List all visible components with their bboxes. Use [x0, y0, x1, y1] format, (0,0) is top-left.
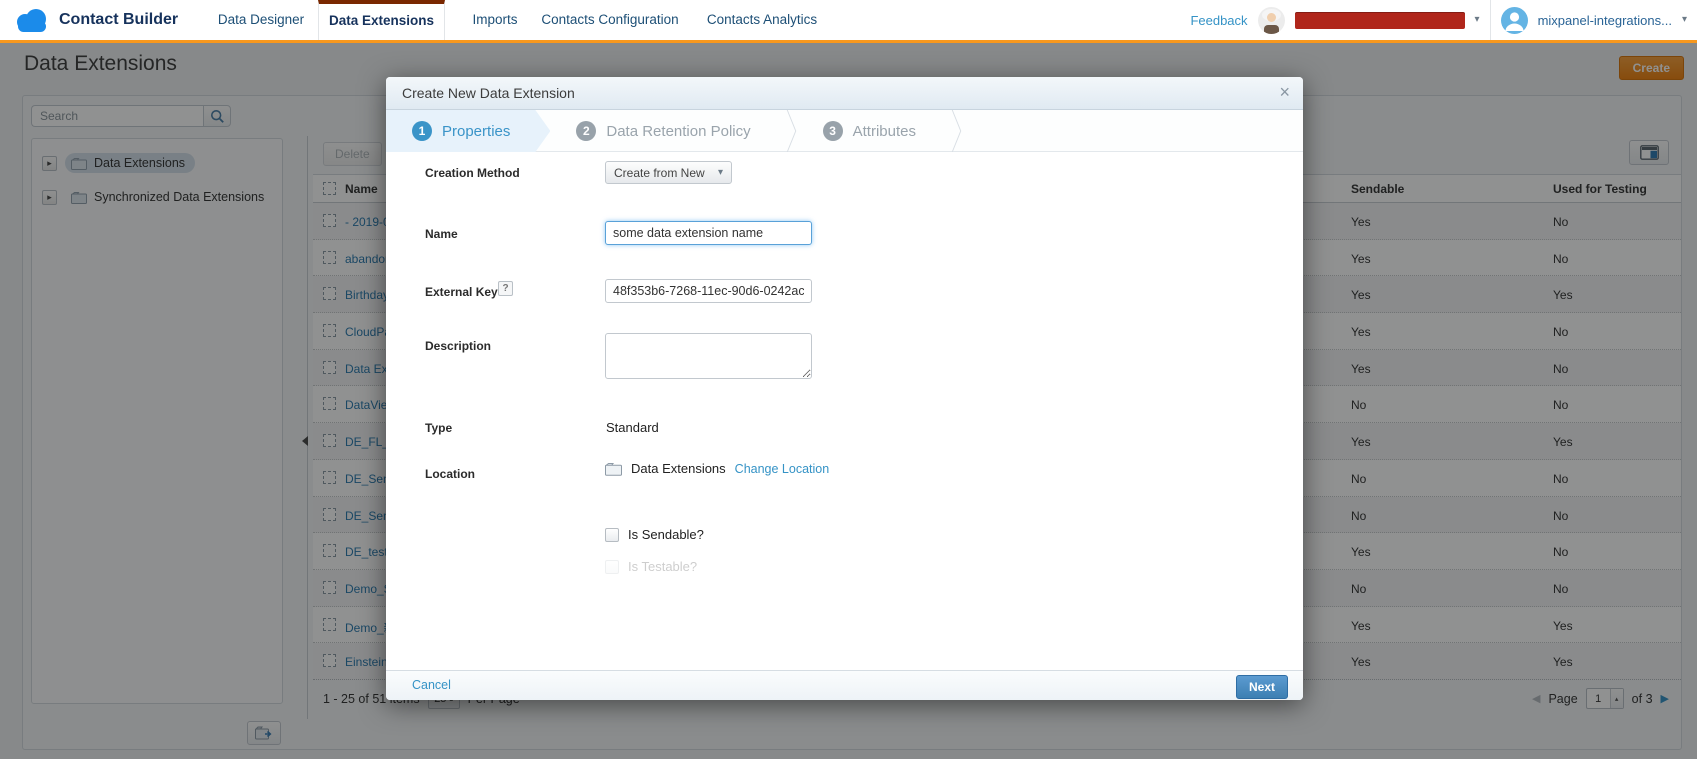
feedback-link[interactable]: Feedback [1190, 13, 1247, 28]
creation-method-dropdown[interactable]: Create from New ▾ [605, 161, 732, 184]
help-icon[interactable]: ? [498, 281, 513, 296]
description-label: Description [425, 339, 491, 353]
business-unit-redacted[interactable] [1295, 12, 1465, 29]
name-input[interactable] [605, 221, 812, 245]
nav-item-data-designer[interactable]: Data Designer [205, 0, 317, 40]
chevron-down-icon[interactable]: ▾ [1475, 15, 1480, 25]
nav-divider [1490, 0, 1491, 40]
step-properties[interactable]: 1 Properties [386, 110, 550, 152]
chevron-down-icon: ▾ [718, 168, 723, 178]
type-label: Type [425, 421, 452, 435]
location-row: Data Extensions Change Location [605, 461, 829, 476]
step-number: 3 [823, 121, 843, 141]
app: Contact Builder Data Designer Data Exten… [0, 0, 1697, 759]
creation-method-value: Create from New [614, 166, 705, 180]
step-label: Data Retention Policy [606, 123, 750, 140]
chevron-down-icon[interactable]: ▾ [1682, 15, 1687, 25]
step-label: Properties [442, 123, 510, 140]
top-nav: Contact Builder Data Designer Data Exten… [0, 0, 1697, 43]
modal-footer: Cancel Next [386, 670, 1303, 700]
app-title: Contact Builder [59, 11, 178, 29]
next-button[interactable]: Next [1236, 675, 1288, 699]
location-value: Data Extensions [631, 461, 726, 476]
cancel-link[interactable]: Cancel [412, 678, 451, 692]
is-testable-label: Is Testable? [628, 559, 697, 574]
close-icon[interactable]: × [1279, 82, 1290, 103]
step-separator [781, 110, 797, 152]
description-textarea[interactable] [605, 333, 812, 379]
modal-title-bar: Create New Data Extension × [386, 77, 1303, 110]
step-number: 2 [576, 121, 596, 141]
nav-right-cluster: Feedback ▾ mixpanel-integrations... ▾ [1190, 0, 1687, 40]
nav-item-contacts-configuration[interactable]: Contacts Configuration [535, 0, 685, 40]
name-label: Name [425, 227, 458, 241]
user-avatar-icon[interactable] [1501, 7, 1528, 34]
account-name[interactable]: mixpanel-integrations... [1538, 13, 1672, 28]
salesforce-cloud-icon [14, 7, 50, 33]
step-attributes[interactable]: 3 Attributes [797, 110, 946, 152]
change-location-link[interactable]: Change Location [735, 462, 830, 476]
brand[interactable]: Contact Builder [14, 0, 178, 40]
creation-method-label: Creation Method [425, 166, 520, 180]
location-label: Location [425, 467, 475, 481]
step-number: 1 [412, 121, 432, 141]
is-sendable-row: Is Sendable? [605, 527, 704, 542]
nav-item-imports[interactable]: Imports [450, 0, 540, 40]
is-testable-checkbox [605, 560, 619, 574]
step-data-retention-policy[interactable]: 2 Data Retention Policy [550, 110, 780, 152]
create-data-extension-modal: Create New Data Extension × 1 Properties… [386, 77, 1303, 700]
is-sendable-checkbox[interactable] [605, 528, 619, 542]
step-separator [946, 110, 962, 152]
folder-icon [605, 462, 622, 476]
nav-item-contacts-analytics[interactable]: Contacts Analytics [698, 0, 826, 40]
external-key-input[interactable] [605, 279, 812, 303]
nav-item-data-extensions[interactable]: Data Extensions [318, 0, 445, 40]
type-value: Standard [606, 420, 659, 435]
einstein-avatar[interactable] [1258, 7, 1285, 34]
external-key-label: External Key [425, 285, 498, 299]
wizard-steps: 1 Properties 2 Data Retention Policy 3 A… [386, 110, 1303, 152]
is-sendable-label: Is Sendable? [628, 527, 704, 542]
is-testable-row: Is Testable? [605, 559, 697, 574]
step-label: Attributes [853, 123, 916, 140]
modal-title: Create New Data Extension [402, 85, 575, 101]
